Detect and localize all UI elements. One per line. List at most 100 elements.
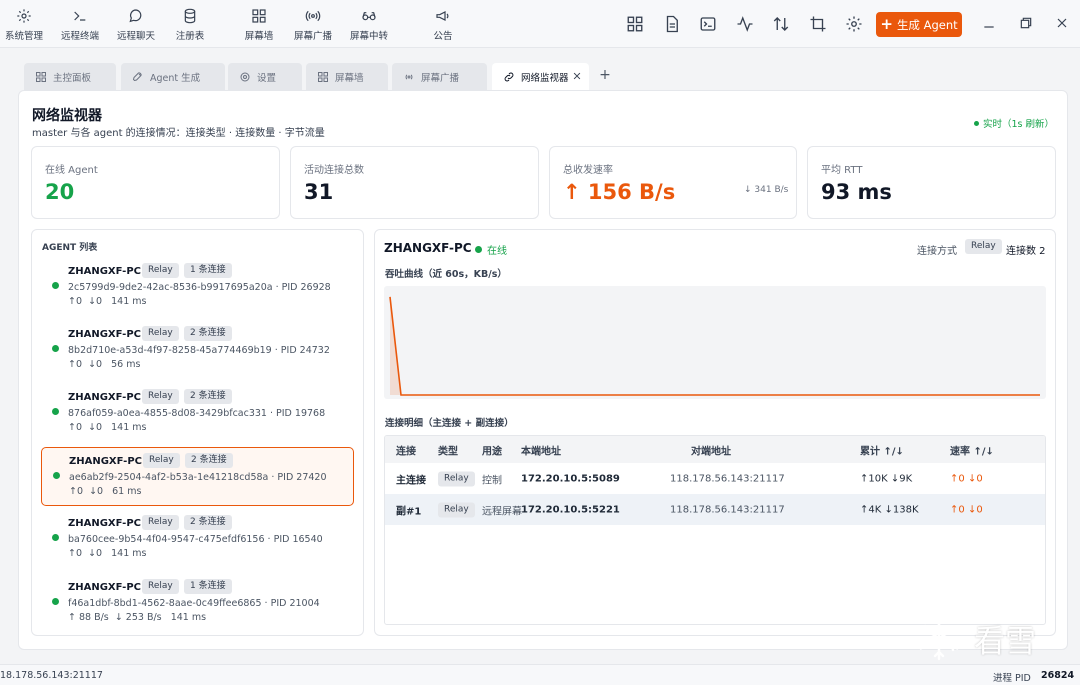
agent-traffic: ↑0 ↓0 61 ms <box>69 486 141 497</box>
agent-up: ↑0 <box>68 548 83 559</box>
tab-close-icon[interactable] <box>572 71 582 81</box>
nav-label: 系统管理 <box>5 31 44 42</box>
agent-type-badge: Relay <box>143 453 180 468</box>
stat-value: ↑ 156 B/s <box>563 180 676 204</box>
agent-item-selected[interactable]: ZHANGXF-PC Relay 2 条连接 ae6ab2f9-2504-4af… <box>41 447 354 506</box>
nav-screen-wall[interactable]: 屏幕墙 <box>244 8 274 44</box>
stat-card-online: 在线 Agent 20 <box>31 146 280 219</box>
settings-icon[interactable] <box>845 15 863 33</box>
agent-down: ↓0 <box>88 548 103 559</box>
nav-label: 远程聊天 <box>117 31 156 42</box>
nav-label: 屏幕广播 <box>293 31 332 42</box>
terminal-icon <box>74 11 86 21</box>
agent-meta: ba760cee-9b54-4f04-9547-c475efdf6156 · P… <box>68 534 323 545</box>
col-rate[interactable]: 速率 ↑/↓ <box>950 442 994 457</box>
agent-up: ↑ 88 B/s <box>68 612 109 623</box>
tab-settings[interactable]: 设置 <box>228 63 302 90</box>
agent-down: ↓0 <box>89 486 104 497</box>
tab-screen-broadcast[interactable]: 屏幕广播 <box>392 63 487 90</box>
layout-grid-icon[interactable] <box>626 15 644 33</box>
table-row[interactable]: 副#1 Relay 远程屏幕 172.20.10.5:5221 118.178.… <box>385 494 1045 525</box>
activity-icon[interactable] <box>736 15 754 33</box>
page-subtitle: master 与各 agent 的连接情况：连接类型 · 连接数量 · 字节流量 <box>32 128 325 139</box>
agent-traffic: ↑0 ↓0 141 ms <box>68 548 147 559</box>
cell-type-badge: Relay <box>438 471 475 486</box>
cell-remote: 118.178.56.143:21117 <box>670 504 785 515</box>
agent-conn-badge: 2 条连接 <box>184 326 232 341</box>
agent-item[interactable]: ZHANGXF-PC Relay 2 条连接 8b2d710e-a53d-4f9… <box>41 321 354 380</box>
agent-down: ↓0 <box>88 359 103 370</box>
agent-conn-badge: 2 条连接 <box>185 453 233 468</box>
stat-label: 活动连接总数 <box>304 165 364 176</box>
nav-screen-broadcast[interactable]: 屏幕广播 <box>293 8 333 44</box>
tab-network-monitor[interactable]: 网络监视器 <box>492 63 589 91</box>
tab-label: 屏幕广播 <box>421 72 460 84</box>
transfer-arrows-icon[interactable] <box>772 15 790 33</box>
agent-item[interactable]: ZHANGXF-PC Relay 1 条连接 f46a1dbf-8bd1-456… <box>41 574 354 633</box>
crop-icon[interactable] <box>809 15 827 33</box>
cell-total: ↑10K ↓9K <box>860 473 912 484</box>
agent-item[interactable]: ZHANGXF-PC Relay 2 条连接 876af059-a0ea-485… <box>41 384 354 443</box>
agent-meta: f46a1dbf-8bd1-4562-8aae-0c49ffee6865 · P… <box>68 598 320 609</box>
rocket-icon <box>132 71 142 81</box>
generate-agent-button[interactable]: + 生成 Agent <box>876 12 962 37</box>
detail-mode-label: 连接方式 <box>917 246 957 257</box>
minimize-icon[interactable] <box>981 15 997 31</box>
online-dot-icon <box>52 598 59 605</box>
online-dot-icon <box>52 345 59 352</box>
add-tab-button[interactable]: + <box>598 68 612 82</box>
agent-conn-badge: 2 条连接 <box>184 515 232 530</box>
col-local: 本端地址 <box>521 446 561 457</box>
detail-mode-badge: Relay <box>965 239 1002 254</box>
tab-screen-wall[interactable]: 屏幕墙 <box>306 63 388 90</box>
tab-dashboard[interactable]: 主控面板 <box>24 63 116 90</box>
cell-total-up: ↑4K <box>860 504 882 515</box>
throughput-area <box>390 296 1040 395</box>
nav-remote-chat[interactable]: 远程聊天 <box>117 8 155 44</box>
stat-value: 93 ms <box>821 180 892 204</box>
connection-table: 连接 类型 用途 本端地址 对端地址 累计 ↑/↓ 速率 ↑/↓ 主连接 Rel… <box>384 435 1046 625</box>
online-dot-icon <box>475 246 482 253</box>
cell-total-up: ↑10K <box>860 473 888 484</box>
agent-item[interactable]: ZHANGXF-PC Relay 2 条连接 ba760cee-9b54-4f0… <box>41 510 354 569</box>
terminal-box-icon[interactable] <box>699 15 717 33</box>
stat-card-connections: 活动连接总数 31 <box>290 146 539 219</box>
stat-card-rate: 总收发速率 ↑ 156 B/s ↓ 341 B/s <box>549 146 797 219</box>
cell-rate-down: ↓0 <box>967 473 983 484</box>
nav-system-manage[interactable]: 系统管理 <box>5 8 43 44</box>
dashboard-icon <box>36 71 46 82</box>
agent-item[interactable]: ZHANGXF-PC Relay 1 条连接 2c5799d9-9de2-42a… <box>41 258 354 317</box>
cell-local: 172.20.10.5:5089 <box>521 473 620 484</box>
top-toolbar: 系统管理 远程终端 远程聊天 注册表 屏幕墙 屏幕广播 屏幕中转 公告 + 生成… <box>0 0 1080 48</box>
stat-value: 31 <box>304 180 334 204</box>
agent-rtt: 141 ms <box>111 548 147 559</box>
nav-remote-terminal[interactable]: 远程终端 <box>61 8 99 44</box>
broadcast-icon <box>305 10 321 22</box>
restore-icon[interactable] <box>1018 15 1034 31</box>
cell-use: 远程屏幕 <box>482 506 522 517</box>
detail-status-label: 在线 <box>487 246 507 257</box>
table-row[interactable]: 主连接 Relay 控制 172.20.10.5:5089 118.178.56… <box>385 463 1045 494</box>
nav-registry[interactable]: 注册表 <box>175 8 205 44</box>
agent-pid: PID 16540 <box>273 534 323 545</box>
generate-agent-label: 生成 Agent <box>896 17 958 32</box>
close-icon[interactable] <box>1054 15 1070 31</box>
agent-down: ↓ 253 B/s <box>114 612 162 623</box>
tab-agent-generate[interactable]: Agent 生成 <box>121 63 225 90</box>
nav-announcement[interactable]: 公告 <box>432 8 454 44</box>
agent-conn-badge: 1 条连接 <box>184 263 232 278</box>
tab-label: 设置 <box>257 72 277 84</box>
agent-up: ↑0 <box>68 422 83 433</box>
link-icon <box>504 72 514 82</box>
status-pid-value: 26824 <box>1041 670 1075 681</box>
tab-label: Agent 生成 <box>150 72 201 84</box>
nav-label: 屏幕中转 <box>350 31 389 42</box>
agent-name: ZHANGXF-PC <box>68 266 141 277</box>
agent-up: ↑0 <box>68 296 83 307</box>
document-icon[interactable] <box>663 15 681 33</box>
col-total[interactable]: 累计 ↑/↓ <box>860 442 904 457</box>
cell-rate-up: ↑0 <box>950 504 965 515</box>
cell-conn: 主连接 <box>396 475 426 486</box>
col-conn: 连接 <box>396 446 416 457</box>
nav-screen-relay[interactable]: 屏幕中转 <box>350 8 388 44</box>
